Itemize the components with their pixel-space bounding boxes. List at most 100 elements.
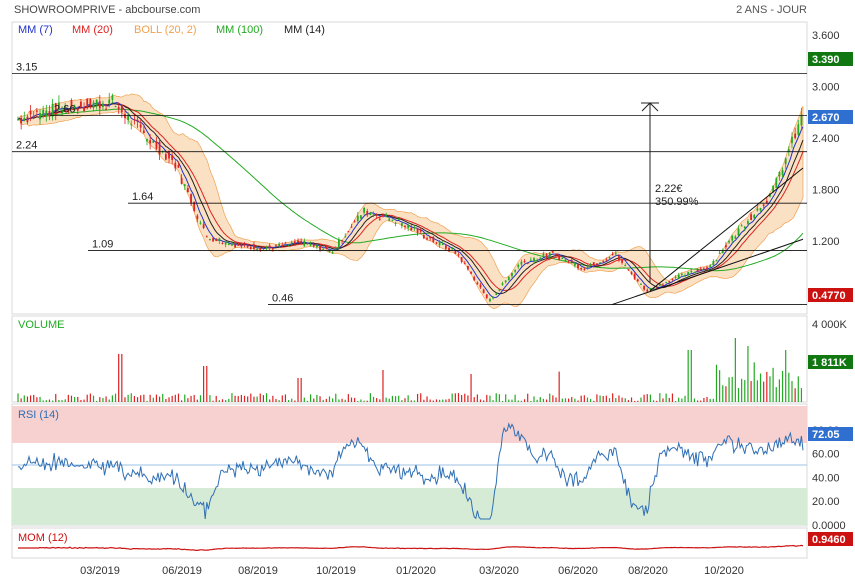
candle-body	[268, 245, 271, 248]
candle-body	[190, 194, 192, 204]
price-axis-tick: 3.000	[812, 81, 840, 93]
volume-bar	[247, 396, 249, 402]
volume-bar	[407, 395, 409, 402]
candle-body	[621, 259, 623, 263]
volume-bar	[152, 397, 154, 402]
volume-bar	[287, 400, 290, 402]
volume-bar	[332, 398, 334, 402]
candle-body	[570, 260, 573, 263]
candle-body	[492, 296, 494, 299]
candle-body	[136, 119, 139, 122]
volume-bar	[23, 395, 25, 402]
volume-bar	[552, 395, 554, 402]
volume-bar	[253, 396, 255, 402]
volume-bar	[696, 400, 699, 402]
candle-body	[347, 231, 350, 233]
volume-bar	[89, 393, 91, 402]
volume-bar	[206, 366, 208, 402]
candle-body	[696, 269, 699, 272]
volume-bar	[215, 395, 217, 402]
volume-bar	[29, 395, 32, 402]
x-axis-tick: 08/2019	[238, 565, 278, 577]
candle-body	[658, 283, 661, 286]
candle-body	[404, 225, 406, 227]
candle-body	[551, 251, 554, 253]
volume-bar	[703, 398, 705, 402]
candle-body	[168, 150, 170, 159]
candle-body	[674, 276, 677, 278]
volume-bar	[580, 395, 582, 402]
volume-bar	[649, 394, 652, 402]
candle-body	[618, 256, 620, 260]
candle-body	[636, 279, 639, 282]
candle-body	[725, 245, 727, 248]
candle-body	[416, 228, 419, 233]
volume-bar	[596, 394, 598, 402]
volume-bar	[48, 399, 51, 402]
volume-bar	[586, 397, 589, 402]
ma100-line	[17, 108, 804, 272]
volume-bar	[741, 378, 743, 402]
volume-bar	[791, 381, 793, 402]
volume-bar	[388, 398, 390, 402]
candle-body	[451, 248, 454, 250]
candle-body	[592, 262, 595, 266]
volume-bar	[354, 397, 356, 402]
candle-body	[158, 142, 161, 155]
volume-bar	[561, 398, 563, 402]
volume-bar	[571, 397, 573, 402]
candle-body	[467, 265, 469, 270]
volume-bar	[788, 372, 790, 402]
volume-bar	[96, 400, 98, 402]
candle-body	[791, 136, 793, 144]
volume-bar	[212, 400, 214, 402]
volume-bar	[671, 393, 674, 402]
volume-bar	[322, 399, 324, 402]
candle-body	[397, 219, 400, 221]
candle-body	[149, 140, 152, 144]
volume-bar	[794, 388, 796, 402]
candle-body	[171, 155, 174, 161]
candle-body	[706, 267, 708, 270]
volume-bar	[712, 398, 714, 402]
x-axis-tick: 03/2020	[479, 565, 519, 577]
candle-body	[215, 239, 218, 242]
volume-bar	[20, 398, 22, 402]
candle-body	[177, 164, 180, 168]
volume-bar	[209, 395, 211, 402]
volume-bar	[61, 400, 63, 402]
candle-body	[721, 251, 724, 253]
candle-body	[529, 259, 532, 261]
x-axis-tick: 06/2020	[558, 565, 598, 577]
candle-body	[495, 293, 498, 295]
candle-body	[728, 241, 730, 243]
price-axis-tick: 3.600	[812, 30, 840, 42]
candle-body	[643, 286, 646, 290]
level-label: 2.66	[54, 104, 75, 116]
volume-bar	[420, 393, 422, 402]
rsi-axis-tick: 60.00	[812, 449, 840, 461]
volume-bar	[778, 379, 781, 402]
volume-bar	[140, 395, 142, 402]
volume-bar	[376, 398, 378, 402]
candle-body	[429, 236, 432, 239]
volume-bar	[539, 397, 541, 402]
volume-bar	[442, 399, 444, 402]
candle-body	[164, 154, 167, 160]
rsi-axis-tick: 0.0000	[812, 520, 846, 532]
candle-body	[784, 158, 787, 165]
candle-body	[460, 257, 463, 262]
volume-bar	[564, 398, 567, 402]
volume-bar	[297, 378, 299, 402]
candle-body	[690, 270, 693, 273]
volume-bar	[231, 393, 233, 402]
candle-body	[139, 124, 142, 128]
volume-bar	[615, 398, 617, 402]
candle-body	[152, 140, 155, 143]
volume-bar	[432, 400, 434, 402]
candle-body	[599, 262, 601, 264]
volume-bar	[555, 397, 557, 402]
volume-bar	[618, 395, 620, 402]
candle-body	[372, 214, 375, 216]
candle-body	[668, 281, 671, 283]
